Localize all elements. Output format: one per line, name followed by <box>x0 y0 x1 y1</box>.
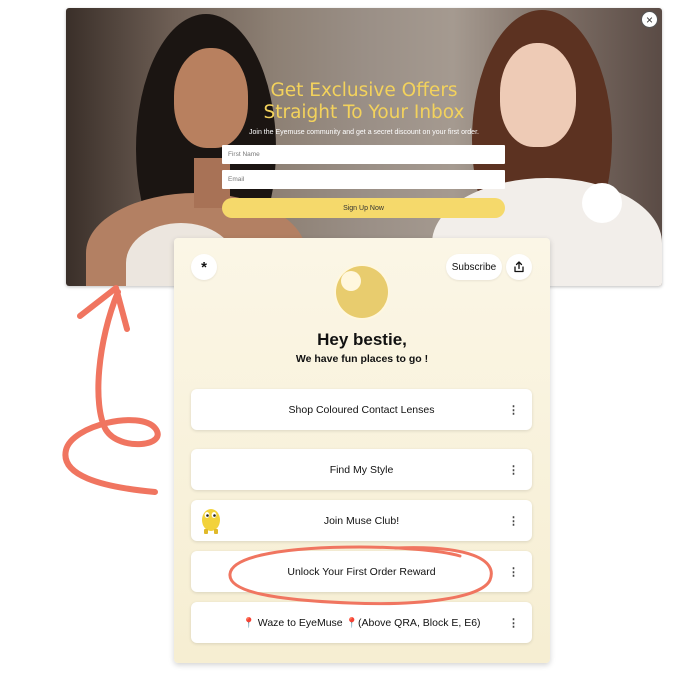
tagline-text: We have fun places to go ! <box>295 353 429 365</box>
kebab-menu-icon[interactable]: ⋮ <box>508 403 519 416</box>
first-name-input[interactable] <box>222 145 505 164</box>
kebab-menu-icon[interactable]: ⋮ <box>508 514 519 527</box>
email-input[interactable] <box>222 170 505 189</box>
popup-title-line1: Get Exclusive Offers <box>270 80 458 101</box>
link-in-bio-card: * Subscribe Hey bestie, We have fun plac… <box>174 238 550 663</box>
kebab-menu-icon[interactable]: ⋮ <box>508 463 519 476</box>
link-label: Shop Coloured Contact Lenses <box>288 403 435 416</box>
kebab-menu-icon[interactable]: ⋮ <box>508 565 519 578</box>
link-label-main: Waze to EyeMuse <box>254 616 346 629</box>
link-label-suffix: (Above QRA, Block E, E6) <box>358 616 481 629</box>
location-pin-icon: 📍 <box>242 617 255 629</box>
moon-avatar-icon <box>332 262 392 327</box>
yellow-mascot-icon <box>199 505 223 538</box>
popup-title: Get Exclusive Offers Straight To Your In… <box>66 80 662 124</box>
popup-subtitle: Join the Eyemuse community and get a sec… <box>249 129 479 136</box>
subscribe-button[interactable]: Subscribe <box>446 254 502 280</box>
greeting-heading: Hey bestie, <box>317 330 407 349</box>
link-label: Join Muse Club! <box>323 514 400 527</box>
link-first-order-reward[interactable]: Unlock Your First Order Reward ⋮ <box>191 551 532 592</box>
link-shop-contact-lenses[interactable]: Shop Coloured Contact Lenses ⋮ <box>191 389 532 430</box>
annotation-curly-arrow <box>62 289 161 495</box>
close-icon[interactable]: × <box>641 11 658 28</box>
link-label: Find My Style <box>329 463 394 476</box>
link-waze-to-eyemuse[interactable]: 📍 Waze to EyeMuse 📍(Above QRA, Block E, … <box>191 602 532 643</box>
kebab-menu-icon[interactable]: ⋮ <box>508 616 519 629</box>
link-join-muse-club[interactable]: Join Muse Club! ⋮ <box>191 500 532 541</box>
link-label: 📍 Waze to EyeMuse 📍(Above QRA, Block E, … <box>242 617 480 629</box>
link-label: Unlock Your First Order Reward <box>287 565 436 578</box>
sign-up-button[interactable]: Sign Up Now <box>222 198 505 218</box>
popup-title-line2: Straight To Your Inbox <box>263 102 465 123</box>
asterisk-icon[interactable]: * <box>191 254 217 280</box>
annotation-arrow-head <box>77 285 130 332</box>
location-pin-icon: 📍 <box>345 617 358 629</box>
share-icon[interactable] <box>506 254 532 280</box>
link-find-my-style[interactable]: Find My Style ⋮ <box>191 449 532 490</box>
